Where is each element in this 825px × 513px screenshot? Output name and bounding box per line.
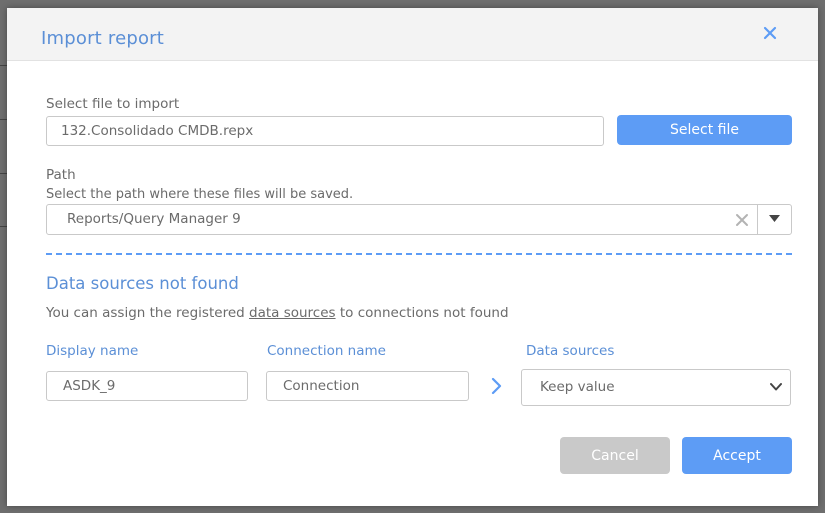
path-dropdown-toggle[interactable] — [757, 205, 791, 234]
display-name-input[interactable] — [46, 371, 248, 401]
select-file-button[interactable]: Select file — [617, 115, 792, 145]
section-divider — [46, 253, 792, 255]
path-label: Path — [46, 167, 76, 183]
file-name-input[interactable] — [46, 116, 604, 146]
chevron-right-icon — [489, 377, 503, 395]
path-clear-button[interactable] — [733, 211, 751, 229]
display-name-header: Display name — [46, 343, 139, 359]
description-text: You can assign the registered — [46, 305, 249, 321]
path-select[interactable]: Reports/Query Manager 9 — [46, 204, 792, 235]
chevron-down-icon — [770, 382, 782, 392]
dialog-header: Import report — [7, 8, 818, 61]
accept-button[interactable]: Accept — [682, 437, 792, 474]
close-button[interactable] — [760, 23, 780, 43]
data-source-selected-value: Keep value — [540, 379, 615, 395]
caret-down-icon — [769, 215, 780, 222]
path-description: Select the path where these files will b… — [46, 187, 354, 202]
data-sources-description: You can assign the registered data sourc… — [46, 305, 509, 321]
dialog-title: Import report — [41, 28, 165, 49]
connection-name-input[interactable] — [266, 371, 469, 401]
path-value: Reports/Query Manager 9 — [67, 211, 241, 227]
import-report-dialog: Import report Select file to import Sele… — [7, 8, 818, 506]
close-icon — [763, 26, 777, 40]
data-sources-title: Data sources not found — [46, 274, 239, 293]
clear-icon — [736, 214, 748, 226]
data-sources-header: Data sources — [526, 343, 615, 359]
data-sources-link[interactable]: data sources — [249, 305, 336, 321]
data-source-select[interactable]: Keep value — [521, 369, 791, 406]
description-text: to connections not found — [335, 305, 509, 321]
select-file-label: Select file to import — [46, 96, 180, 112]
cancel-button[interactable]: Cancel — [560, 437, 670, 474]
connection-name-header: Connection name — [267, 343, 386, 359]
